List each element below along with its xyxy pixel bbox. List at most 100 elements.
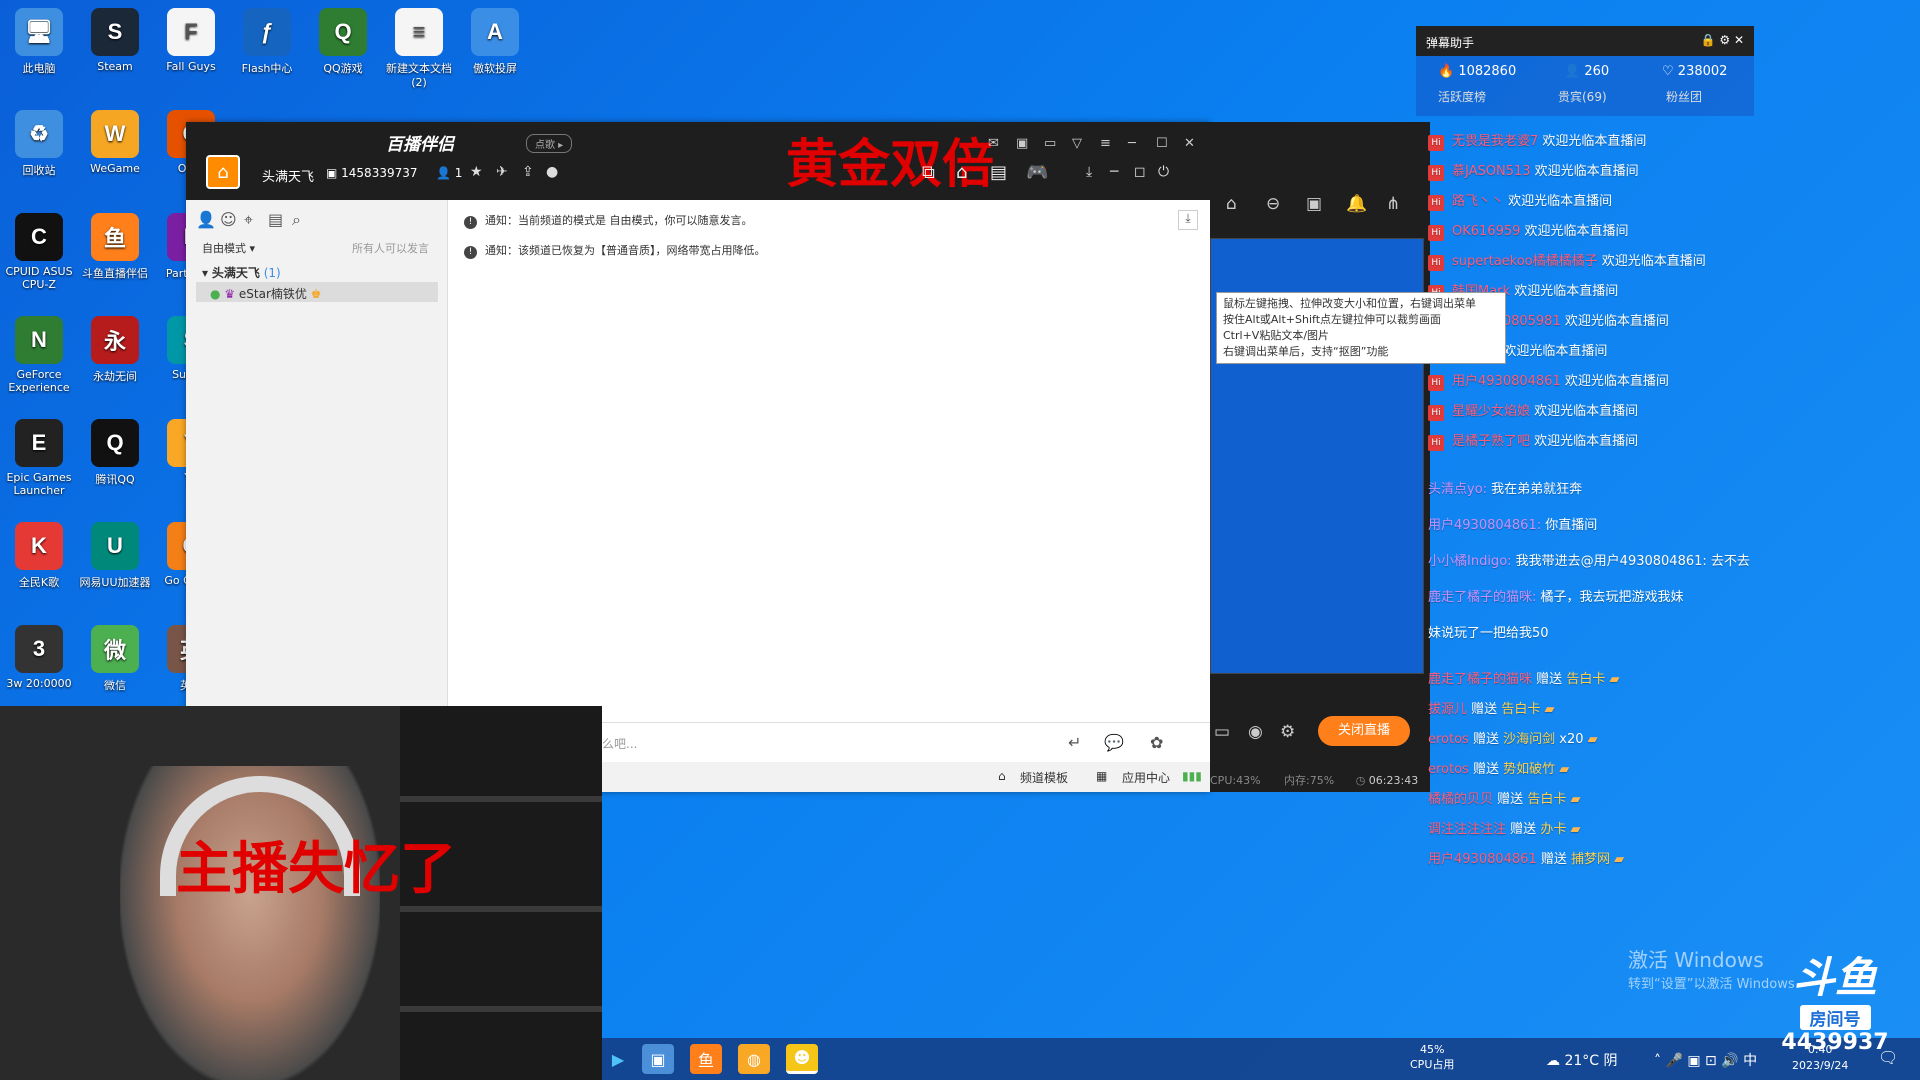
- channel-name: 头满天飞: [262, 170, 315, 185]
- friends-icon[interactable]: ☺: [220, 210, 237, 229]
- preview-tooltip: 鼠标左键拖拽、拉伸改变大小和位置，右键调出菜单 按住Alt或Alt+Shift点…: [1216, 292, 1506, 364]
- desktop-icon[interactable]: N GeForce Experience: [2, 316, 76, 394]
- restore-icon[interactable]: ◻: [1134, 164, 1146, 180]
- close-live-button[interactable]: 关闭直播: [1318, 716, 1410, 746]
- taskbar-chrome-icon[interactable]: ◍: [738, 1044, 770, 1074]
- eye-icon[interactable]: ◉: [1248, 722, 1263, 742]
- desktop-icon[interactable]: C CPUID ASUS CPU-Z: [2, 213, 76, 291]
- tab-active-rank[interactable]: 活跃度榜: [1438, 88, 1486, 105]
- location-icon[interactable]: ⌖: [244, 210, 253, 230]
- douyu-logo: 斗鱼: [1792, 954, 1877, 1001]
- maximize-icon[interactable]: ☐: [1156, 136, 1168, 151]
- lock-settings-close-icon[interactable]: 🔒 ⚙ ✕: [1701, 33, 1744, 47]
- flower-icon[interactable]: ✿: [1150, 733, 1163, 752]
- shirt-icon[interactable]: ▽: [1072, 136, 1082, 151]
- desktop-icon[interactable]: 微微信: [78, 625, 152, 693]
- welcome-message: Hi 星耀少女焰娘 欢迎光临本直播间: [1428, 400, 1638, 421]
- channel-home-icon[interactable]: ⌂: [206, 155, 240, 189]
- desktop-icon[interactable]: 3 3w 20:0000: [2, 625, 76, 690]
- user-icon[interactable]: 👤: [196, 210, 216, 229]
- desktop-icon[interactable]: 🖥 此电脑: [2, 8, 76, 76]
- layout-icon[interactable]: ▣: [1306, 194, 1322, 214]
- notes-icon[interactable]: ▤: [268, 210, 283, 229]
- desktop-icon[interactable]: W WeGame: [78, 110, 152, 175]
- app-icon: 🖥: [15, 8, 63, 56]
- clock-icon: ◷: [1355, 774, 1366, 787]
- desktop-icon[interactable]: F Fall Guys: [154, 8, 228, 73]
- mail-icon[interactable]: ✉: [988, 136, 999, 151]
- mini-icon[interactable]: ─: [1110, 164, 1118, 180]
- search-icon[interactable]: ⌕: [292, 210, 301, 230]
- notice-text: 通知：当前频道的模式是 自由模式，你可以随意发言。: [485, 214, 753, 227]
- apps-icon[interactable]: ▦: [1096, 769, 1107, 783]
- favorite-icon[interactable]: ★: [470, 164, 483, 180]
- desktop-icon[interactable]: Q 腾讯QQ: [78, 419, 152, 487]
- desktop-icon[interactable]: S Steam: [78, 8, 152, 73]
- desktop-icon-label: 永劫无间: [93, 370, 137, 383]
- screen-icon[interactable]: ▣: [1016, 136, 1028, 151]
- tab-fan-club[interactable]: 粉丝团: [1666, 88, 1702, 105]
- gift-icon[interactable]: ⌂: [1226, 194, 1237, 214]
- taskbar-arrow-icon[interactable]: ▶: [602, 1044, 634, 1074]
- desktop-icon[interactable]: ≡ 新建文本文档 (2): [382, 8, 456, 89]
- scroll-down-icon[interactable]: ⤓: [1178, 210, 1198, 230]
- channel-tree-root[interactable]: ▾ 头满天飞 (1): [202, 264, 281, 281]
- desktop-icon[interactable]: 永永劫无间: [78, 316, 152, 384]
- gamepad-icon[interactable]: 🎮: [1026, 162, 1048, 183]
- download-icon[interactable]: ⤓: [1086, 164, 1092, 180]
- room-id: 4439937: [1781, 1030, 1889, 1055]
- taskbar-douyu-icon[interactable]: 鱼: [690, 1044, 722, 1074]
- desktop-icon[interactable]: E Epic Games Launcher: [2, 419, 76, 497]
- fans-stat: 👤 260: [1564, 64, 1610, 79]
- desktop-icon[interactable]: A 傲软投屏: [458, 8, 532, 76]
- tooltip-line: 鼠标左键拖拽、拉伸改变大小和位置，右键调出菜单: [1223, 297, 1476, 310]
- skin-icon[interactable]: ▭: [1044, 136, 1056, 151]
- share-icon[interactable]: ⋔: [1386, 194, 1400, 214]
- desktop-icon[interactable]: 鱼斗鱼直播伴侣: [78, 213, 152, 281]
- danmu-titlebar: 弹幕助手 🔒 ⚙ ✕: [1416, 26, 1754, 56]
- plane-icon[interactable]: ✈: [496, 164, 508, 180]
- weather[interactable]: ☁ 21°C 阴: [1546, 1050, 1618, 1070]
- desktop-icon-label: WeGame: [90, 162, 140, 175]
- desktop-icon[interactable]: ♻ 回收站: [2, 110, 76, 178]
- taskbar-yy-icon[interactable]: ☻: [786, 1044, 818, 1074]
- desktop-icon[interactable]: U 网易UU加速器: [78, 522, 152, 590]
- notice-2: ! 通知：该频道已恢复为【普通音质】，网络带宽占用降低。: [464, 242, 766, 259]
- chat-input[interactable]: 么吧...: [602, 735, 637, 752]
- welcome-text: 欢迎光临本直播间: [1564, 374, 1669, 389]
- channel-member[interactable]: ● ♛ eStar楠铁优 ♚: [196, 282, 438, 302]
- close-icon[interactable]: ✕: [1184, 136, 1195, 151]
- desktop-icon[interactable]: Q QQ游戏: [306, 8, 380, 76]
- welcome-text: 欢迎光临本直播间: [1514, 284, 1619, 299]
- lock-icon[interactable]: ⊖: [1266, 194, 1280, 214]
- webcam-feed: 主播失忆了: [0, 706, 602, 1080]
- gift-icon: ▰: [1610, 852, 1625, 867]
- taskbar-bilibili-icon[interactable]: ▣: [642, 1044, 674, 1074]
- board-icon[interactable]: ▤: [990, 162, 1007, 183]
- bubble-icon[interactable]: 💬: [1104, 733, 1124, 752]
- share-icon[interactable]: ⇪: [522, 164, 534, 180]
- info-icon[interactable]: ●: [546, 164, 558, 180]
- home-icon[interactable]: ⌂: [956, 162, 967, 183]
- system-tray[interactable]: ˄ 🎤 ▣ ⊡ 🔊 中: [1654, 1050, 1757, 1070]
- song-request-badge[interactable]: 点歌 ▸: [526, 134, 573, 153]
- enter-icon[interactable]: ↵: [1068, 733, 1081, 752]
- welcome-message: Hi 是橘子熟了吧 欢迎光临本直播间: [1428, 430, 1638, 451]
- mode-dropdown[interactable]: 自由模式 ▾: [202, 240, 255, 256]
- tab-guests[interactable]: 贵宾(69): [1558, 88, 1607, 105]
- welcome-text: 欢迎光临本直播间: [1534, 434, 1639, 449]
- settings-icon[interactable]: ⚙: [1280, 722, 1295, 742]
- chat-text: 我我带进去@用户4930804861: 去不去: [1515, 554, 1750, 569]
- desktop-icon[interactable]: K 全民K歌: [2, 522, 76, 590]
- camera-icon[interactable]: ▭: [1214, 722, 1230, 742]
- screen-share-icon[interactable]: ⧉: [922, 162, 935, 183]
- menu-icon[interactable]: ≡: [1100, 136, 1111, 151]
- template-button[interactable]: 频道模板: [1020, 769, 1068, 786]
- template-icon[interactable]: ⌂: [998, 769, 1006, 783]
- apps-button[interactable]: 应用中心: [1122, 769, 1170, 786]
- chat-input-bar: 么吧... ↵ 💬 ✿: [602, 722, 1210, 762]
- bell-icon[interactable]: 🔔: [1346, 194, 1367, 214]
- power-icon[interactable]: ⏻: [1158, 164, 1169, 180]
- minimize-icon[interactable]: ─: [1128, 136, 1136, 151]
- desktop-icon[interactable]: ƒ Flash中心: [230, 8, 304, 76]
